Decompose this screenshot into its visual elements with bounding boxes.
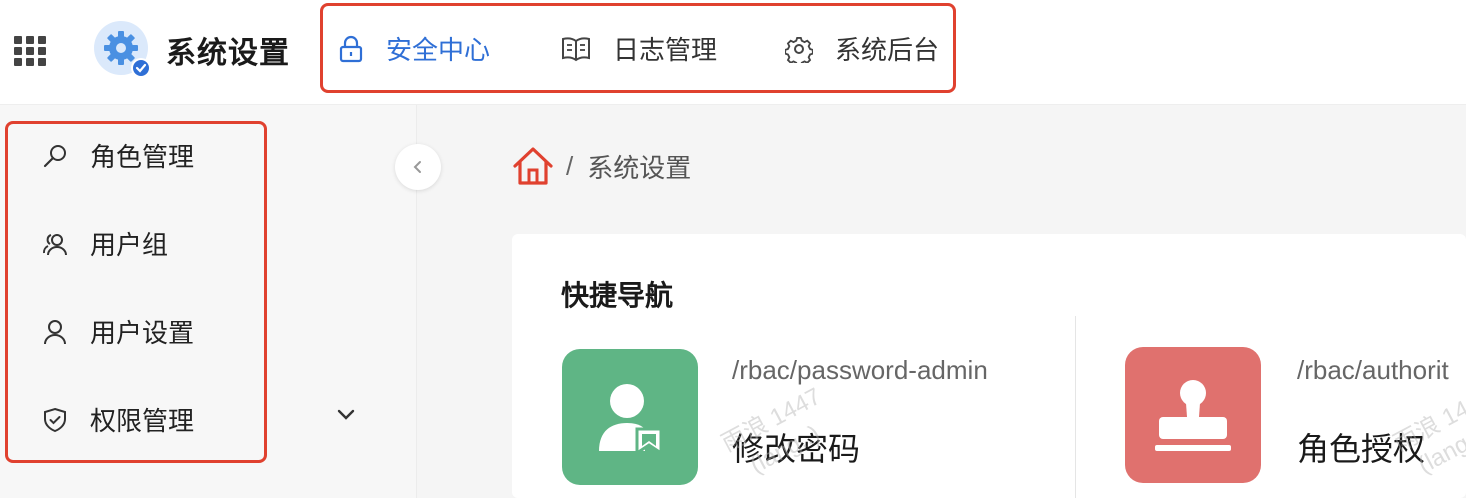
sidebar-item-user-settings[interactable]: 用户设置 [42,313,194,350]
chevron-left-icon [413,161,421,173]
sidebar-item-label: 用户设置 [90,318,195,348]
app-grid-icon[interactable] [14,36,46,66]
chevron-down-icon[interactable] [335,404,357,426]
lock-icon [339,35,363,62]
tab-security-center[interactable]: 安全中心 [338,30,490,67]
breadcrumb-current: 系统设置 [587,152,692,183]
breadcrumb-separator: / [566,150,574,181]
tile-role-authorization-icon-box[interactable] [1125,347,1261,483]
sidebar-item-label: 用户组 [90,230,169,260]
tile-role-authorization-path: /rbac/authorit [1297,355,1449,385]
tile-divider [1075,316,1076,498]
tile-change-password-path: /rbac/password-admin [732,355,988,385]
settings-logo-icon [94,21,151,78]
sidebar-item-label: 权限管理 [90,406,195,436]
top-bar: 系统设置 安全中心 日志管理 系统后台 [0,0,1466,105]
tab-security-center-label: 安全中心 [386,35,491,65]
book-icon [562,36,590,61]
tab-system-backend-label: 系统后台 [835,35,940,65]
sidebar-collapse-button[interactable] [395,144,441,190]
sidebar-item-user-groups[interactable]: 用户组 [42,225,168,262]
tab-system-backend[interactable]: 系统后台 [785,30,939,67]
shield-icon [44,407,66,432]
user-icon [44,319,66,344]
sidebar-item-role-management[interactable]: 角色管理 [42,137,194,174]
stamp-icon [1155,380,1231,451]
quicknav-title: 快捷导航 [561,280,674,311]
gear-icon [785,36,813,63]
sidebar-item-permission-management[interactable]: 权限管理 [42,401,194,438]
sidebar-item-label: 角色管理 [90,142,195,172]
tab-log-management-label: 日志管理 [613,35,718,65]
tile-change-password-icon-box[interactable] [562,349,698,485]
user-badge-icon [599,384,663,455]
app-title: 系统设置 [166,37,290,70]
breadcrumb: / 系统设置 [512,146,691,186]
tab-log-management[interactable]: 日志管理 [561,30,717,67]
key-icon [43,144,66,167]
home-icon[interactable] [512,146,554,186]
users-icon [43,233,67,255]
